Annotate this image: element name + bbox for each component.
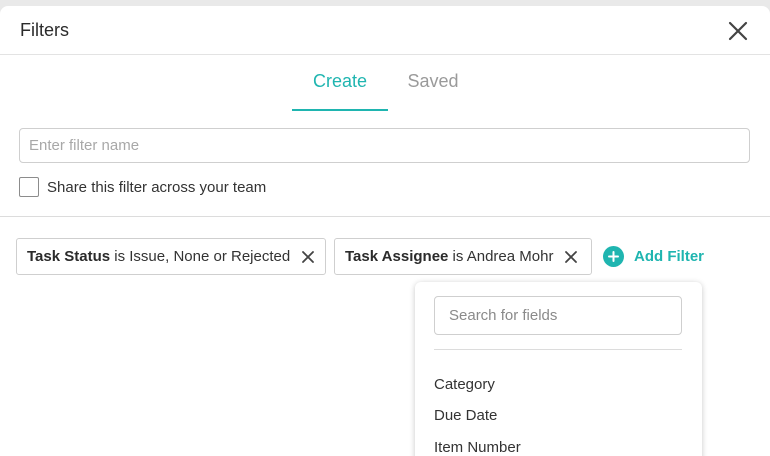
filter-name-input[interactable] (19, 128, 750, 163)
field-dropdown: Category Due Date Item Number (415, 282, 702, 456)
field-option-due-date[interactable]: Due Date (434, 407, 497, 424)
chip-field: Task Status (27, 248, 111, 265)
chip-text: Task Assignee is Andrea Mohr (345, 248, 553, 265)
field-search-input[interactable] (434, 296, 682, 335)
field-option-item-number[interactable]: Item Number (434, 439, 521, 456)
modal-header: Filters (0, 6, 770, 55)
close-button[interactable] (724, 17, 752, 45)
share-filter-row[interactable]: Share this filter across your team (19, 177, 266, 197)
plus-circle-icon (603, 246, 624, 267)
tab-create[interactable]: Create (292, 71, 388, 111)
x-icon (302, 250, 315, 263)
close-icon (728, 21, 748, 41)
chip-condition: is Issue, None or Rejected (110, 248, 291, 265)
remove-filter-button[interactable] (302, 250, 315, 263)
add-filter-label: Add Filter (634, 248, 704, 265)
x-icon (565, 250, 578, 263)
tab-saved[interactable]: Saved (395, 71, 471, 109)
field-option-category[interactable]: Category (434, 376, 495, 393)
tab-bar: Create Saved (0, 55, 770, 111)
modal-title: Filters (20, 20, 69, 40)
filter-chip-task-status[interactable]: Task Status is Issue, None or Rejected (16, 238, 326, 275)
share-label: Share this filter across your team (47, 178, 267, 196)
share-checkbox[interactable] (19, 177, 39, 197)
chip-field: Task Assignee (345, 248, 449, 265)
filters-modal: Filters Create Saved Share this filter a… (0, 6, 770, 456)
add-filter-button[interactable]: Add Filter (603, 246, 704, 267)
divider (0, 216, 770, 217)
remove-filter-button[interactable] (565, 250, 578, 263)
chip-condition: is Andrea Mohr (448, 248, 554, 265)
dropdown-divider (434, 349, 682, 350)
filter-chip-task-assignee[interactable]: Task Assignee is Andrea Mohr (334, 238, 592, 275)
chip-text: Task Status is Issue, None or Rejected (27, 248, 290, 265)
